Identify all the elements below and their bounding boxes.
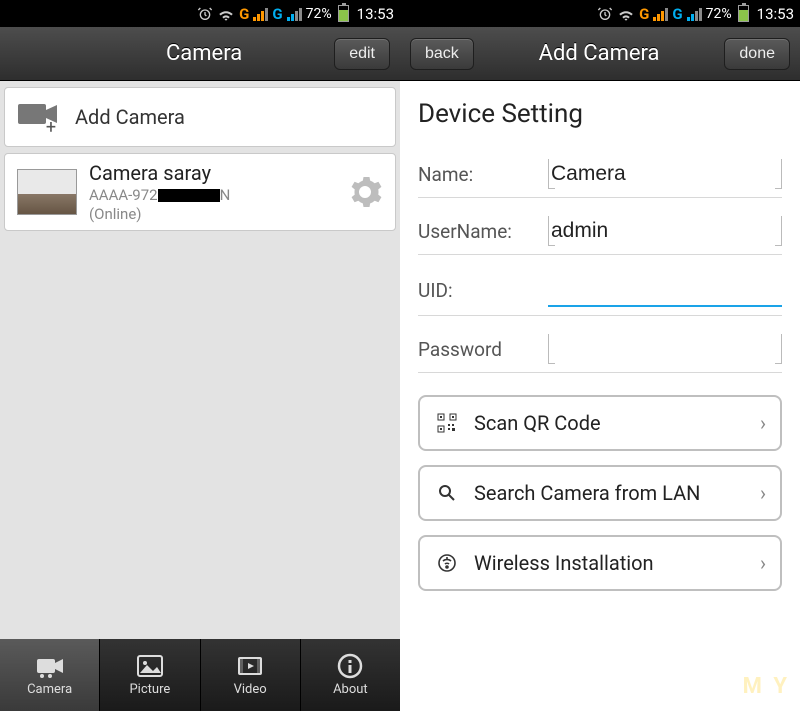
wireless-install-button[interactable]: Wireless Installation › <box>418 535 782 591</box>
field-password: Password <box>418 326 782 373</box>
video-icon <box>235 653 265 679</box>
camera-uid-suffix: N <box>220 186 231 204</box>
password-input[interactable] <box>549 333 781 365</box>
nav-about-label: About <box>333 682 368 697</box>
search-icon <box>434 483 460 503</box>
camera-uid-line: AAAA-972 N <box>89 186 335 204</box>
chevron-right-icon: › <box>760 481 766 505</box>
network-g-2: G <box>272 5 282 23</box>
nav-camera[interactable]: Camera <box>0 639 100 711</box>
camera-list-content: + Add Camera Camera saray AAAA-972 N (Onl… <box>0 81 400 639</box>
camera-status: (Online) <box>89 205 335 223</box>
wireless-icon <box>434 553 460 573</box>
header-bar: Camera edit <box>0 27 400 81</box>
about-icon <box>335 653 365 679</box>
battery-icon <box>738 5 749 22</box>
nav-video-label: Video <box>234 682 267 697</box>
uid-input-wrap <box>548 273 782 307</box>
network-g-1: G <box>639 5 649 23</box>
back-button[interactable]: back <box>410 38 474 70</box>
page-title: Add Camera <box>474 41 725 66</box>
status-time: 13:53 <box>757 5 794 23</box>
camera-icon <box>35 653 65 679</box>
camera-name: Camera saray <box>89 161 335 185</box>
search-lan-label: Search Camera from LAN <box>474 481 760 505</box>
camera-thumbnail <box>17 169 77 215</box>
network-g-1: G <box>239 5 249 23</box>
screen-add-camera: G G 72% 13:53 back Add Camera done Devic… <box>400 0 800 711</box>
password-label: Password <box>418 338 548 361</box>
status-time: 13:53 <box>357 5 394 23</box>
bottom-nav: Camera Picture Video About <box>0 639 400 711</box>
name-label: Name: <box>418 163 548 186</box>
gear-icon[interactable] <box>347 174 383 210</box>
svg-text:+: + <box>46 117 56 134</box>
status-bar: G G 72% 13:53 <box>400 0 800 27</box>
section-title: Device Setting <box>418 99 782 129</box>
signal-bars-2 <box>687 7 702 21</box>
uid-input[interactable] <box>548 273 782 305</box>
edit-button[interactable]: edit <box>334 38 390 70</box>
username-input[interactable] <box>549 215 781 247</box>
wireless-label: Wireless Installation <box>474 551 760 575</box>
nav-picture[interactable]: Picture <box>100 639 200 711</box>
nav-picture-label: Picture <box>129 682 170 697</box>
alarm-icon <box>197 6 213 22</box>
camera-plus-icon: + <box>17 100 61 134</box>
screen-camera-list: G G 72% 13:53 Camera edit + Add Camera <box>0 0 400 711</box>
camera-info: Camera saray AAAA-972 N (Online) <box>89 161 335 223</box>
qr-icon <box>434 413 460 433</box>
chevron-right-icon: › <box>760 411 766 435</box>
username-input-wrap <box>548 216 782 246</box>
uid-label: UID: <box>418 279 548 302</box>
scan-qr-label: Scan QR Code <box>474 411 760 435</box>
wifi-icon <box>617 7 635 21</box>
name-input[interactable] <box>549 158 781 190</box>
camera-uid-mask <box>158 189 220 202</box>
wifi-icon <box>217 7 235 21</box>
status-bar: G G 72% 13:53 <box>0 0 400 27</box>
field-uid: UID: <box>418 265 782 316</box>
add-camera-row[interactable]: + Add Camera <box>4 87 396 147</box>
scan-qr-button[interactable]: Scan QR Code › <box>418 395 782 451</box>
camera-list-item[interactable]: Camera saray AAAA-972 N (Online) <box>4 153 396 231</box>
nav-video[interactable]: Video <box>201 639 301 711</box>
header-bar: back Add Camera done <box>400 27 800 81</box>
password-input-wrap <box>548 334 782 364</box>
signal-bars-2 <box>287 7 302 21</box>
battery-icon <box>338 5 349 22</box>
nav-about[interactable]: About <box>301 639 400 711</box>
chevron-right-icon: › <box>760 551 766 575</box>
add-camera-label: Add Camera <box>75 105 185 129</box>
field-username: UserName: <box>418 208 782 255</box>
watermark: M Y <box>743 674 790 699</box>
picture-icon <box>135 653 165 679</box>
signal-bars-1 <box>653 7 668 21</box>
camera-uid-prefix: AAAA-972 <box>89 186 158 204</box>
actions-group: Scan QR Code › Search Camera from LAN › … <box>418 395 782 591</box>
battery-percent: 72% <box>706 6 732 22</box>
done-button[interactable]: done <box>724 38 790 70</box>
signal-bars-1 <box>253 7 268 21</box>
network-g-2: G <box>672 5 682 23</box>
name-input-wrap <box>548 159 782 189</box>
username-label: UserName: <box>418 220 548 243</box>
search-lan-button[interactable]: Search Camera from LAN › <box>418 465 782 521</box>
field-name: Name: <box>418 151 782 198</box>
page-title: Camera <box>74 41 334 66</box>
nav-camera-label: Camera <box>27 682 72 697</box>
device-setting-form: Device Setting Name: UserName: UID: <box>400 81 800 711</box>
alarm-icon <box>597 6 613 22</box>
battery-percent: 72% <box>306 6 332 22</box>
